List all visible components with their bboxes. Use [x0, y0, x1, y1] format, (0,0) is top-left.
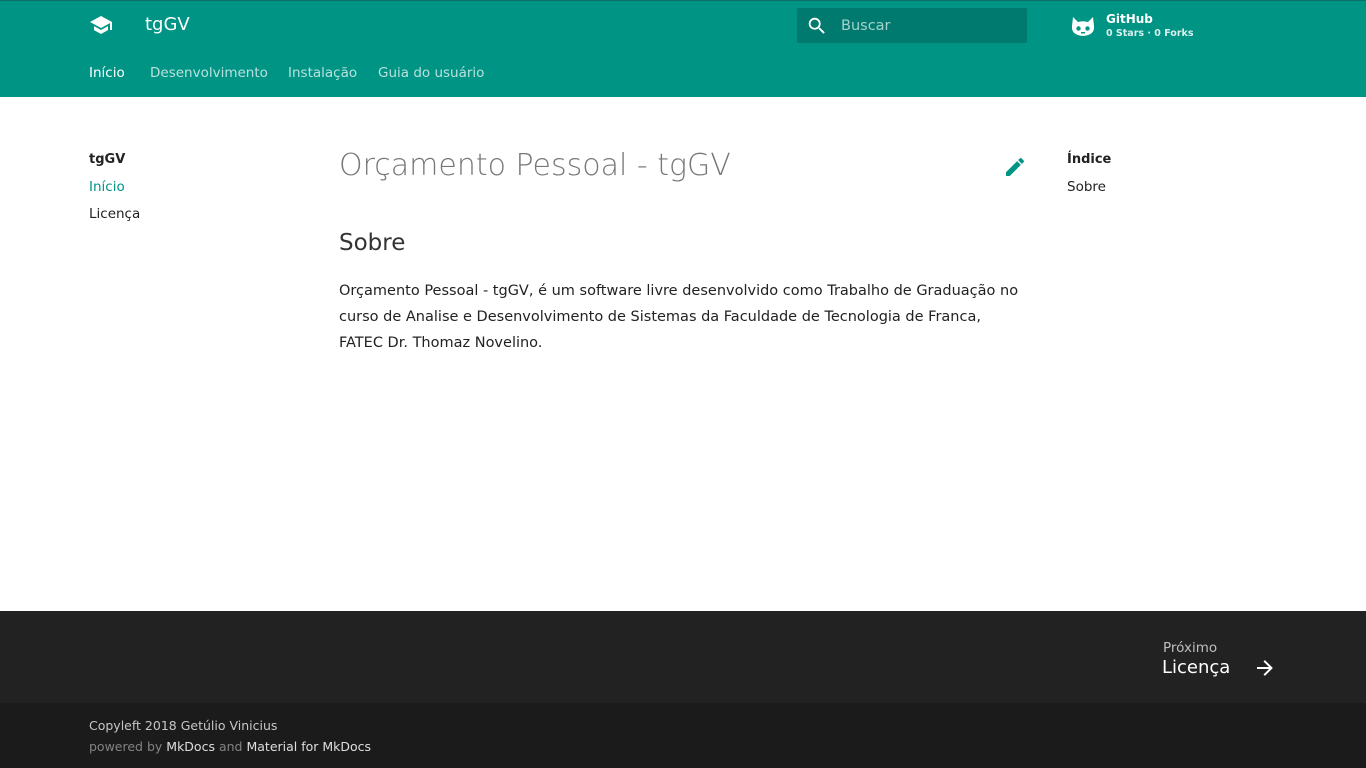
intro-paragraph: Orçamento Pessoal - tgGV, é um software … — [339, 283, 1019, 351]
repo-facts: 0 Stars · 0 Forks — [1106, 28, 1194, 39]
toc-item-sobre[interactable]: Sobre — [1067, 179, 1106, 195]
toc-title: Índice — [1067, 152, 1112, 167]
footer-meta: Copyleft 2018 Getúlio Vinicius powered b… — [0, 703, 1366, 768]
page-title: Orçamento Pessoal - tgGV — [339, 148, 731, 183]
mkdocs-link[interactable]: MkDocs — [166, 739, 215, 754]
sidebar-title: tgGV — [89, 152, 126, 167]
material-link[interactable]: Material for MkDocs — [246, 739, 371, 754]
next-direction-label[interactable]: Próximo — [1163, 640, 1217, 656]
site-title[interactable]: tgGV — [145, 14, 190, 36]
copyright-text: Copyleft 2018 Getúlio Vinicius — [89, 718, 278, 733]
graduation-cap-icon[interactable] — [88, 13, 114, 37]
search-input[interactable] — [841, 8, 1021, 43]
tab-inicio[interactable]: Início — [89, 65, 125, 81]
powered-and: and — [218, 739, 243, 754]
powered-by-text: powered by MkDocs and Material for MkDoc… — [89, 739, 371, 754]
tab-guia-do-usuario[interactable]: Guia do usuário — [378, 65, 484, 81]
repo-name: GitHub — [1106, 12, 1153, 26]
search-icon — [808, 17, 825, 34]
footer-nav: Próximo Licença — [0, 611, 1366, 703]
sidebar-item-inicio[interactable]: Início — [89, 179, 125, 195]
header-bar: tgGV GitHub 0 Stars · 0 Forks — [0, 1, 1366, 49]
next-page-title[interactable]: Licença — [1162, 657, 1230, 678]
search-box[interactable] — [797, 8, 1027, 43]
pencil-icon[interactable] — [1003, 155, 1027, 179]
arrow-right-icon[interactable] — [1253, 656, 1277, 680]
github-octocat-icon — [1071, 17, 1095, 36]
sidebar-item-licenca[interactable]: Licença — [89, 206, 140, 222]
tab-instalacao[interactable]: Instalação — [288, 65, 357, 81]
tabs-bar: Início Desenvolvimento Instalação Guia d… — [0, 49, 1366, 97]
tab-desenvolvimento[interactable]: Desenvolvimento — [150, 65, 268, 81]
repo-link[interactable]: GitHub 0 Stars · 0 Forks — [1070, 10, 1250, 42]
section-heading-sobre: Sobre — [339, 230, 406, 256]
powered-prefix: powered by — [89, 739, 163, 754]
